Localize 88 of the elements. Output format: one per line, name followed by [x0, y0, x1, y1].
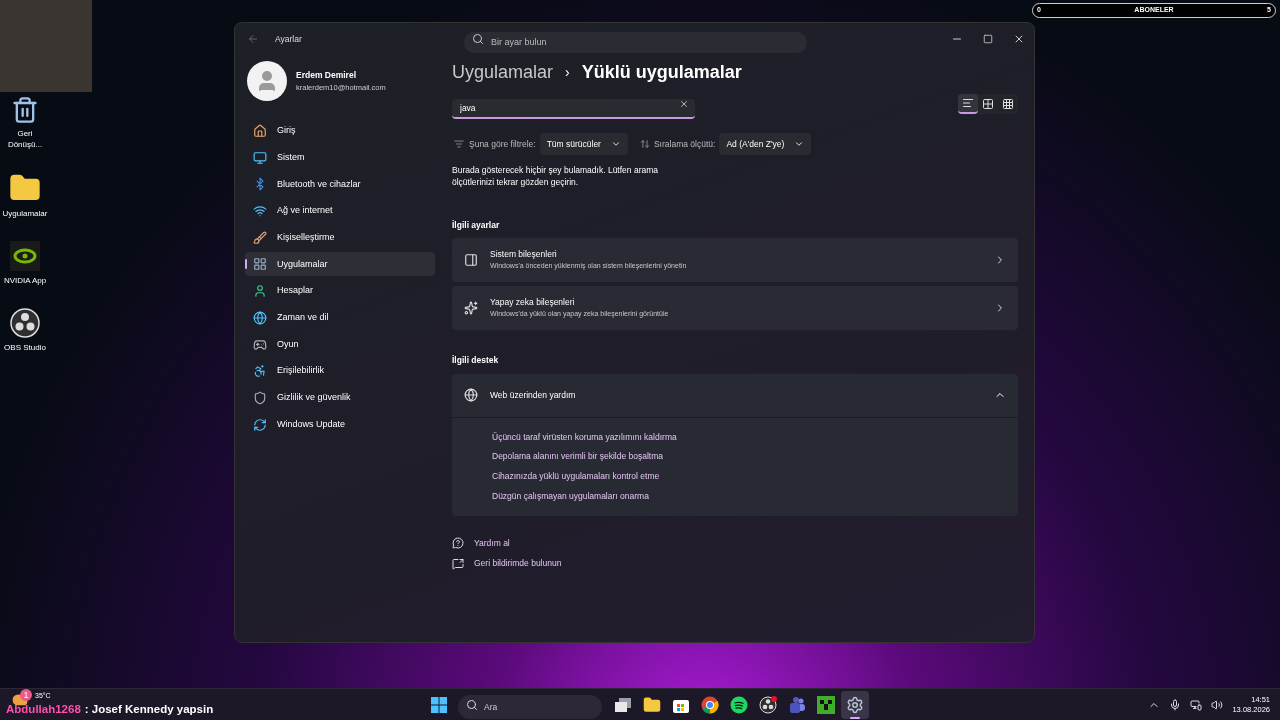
- tiles-icon: [982, 98, 994, 110]
- sidebar-item[interactable]: Erişilebilirlik: [245, 359, 435, 384]
- filter-label: Şuna göre filtrele:: [469, 137, 536, 151]
- selection-indicator: [245, 259, 247, 270]
- wifi-icon: [253, 204, 267, 219]
- expander-header[interactable]: Web üzerinden yardım: [452, 373, 1018, 417]
- network-icon[interactable]: [1190, 698, 1203, 711]
- app-search-field[interactable]: java: [452, 99, 695, 119]
- section-title: İlgili destek: [452, 353, 500, 367]
- accessibility-icon: [253, 364, 267, 379]
- footer-link[interactable]: Yardım al: [452, 536, 510, 550]
- help-link[interactable]: Cihazınızda yüklü uygulamaları kontrol etme: [492, 470, 660, 483]
- active-indicator: [850, 716, 860, 719]
- stacked-windows-icon: [614, 696, 632, 713]
- folder-icon: [643, 695, 661, 714]
- notification-badge: 1: [20, 689, 32, 701]
- footer-link[interactable]: Geri bildirimde bulunun: [452, 557, 562, 570]
- search-icon: [466, 698, 478, 711]
- eye-logo-icon: [10, 241, 40, 271]
- desktop-icon-label[interactable]: NVIDIA App: [3, 275, 47, 286]
- desktop-icon-label[interactable]: OBS Studio: [4, 342, 46, 353]
- globe-icon: [464, 388, 478, 402]
- grid-icon: [1002, 98, 1014, 110]
- sidebar-item[interactable]: Zaman ve dil: [245, 305, 435, 330]
- taskbar-app-button[interactable]: [841, 690, 869, 719]
- music-logo-icon: [730, 695, 748, 714]
- gamepad-icon: [253, 337, 267, 352]
- people-logo-icon: [788, 695, 806, 714]
- chevron-down-icon: [794, 139, 805, 149]
- section-title: İlgili ayarlar: [452, 219, 501, 232]
- filter-dropdown[interactable]: Tüm sürücüler: [539, 133, 628, 155]
- filter-icon: [454, 139, 464, 149]
- monitor-icon: [253, 150, 267, 165]
- volume-icon[interactable]: [1211, 698, 1224, 711]
- block-face-icon: [817, 695, 835, 714]
- sort-dropdown[interactable]: Ad (A'den Z'ye): [719, 133, 812, 155]
- user-name: Erdem Demirel: [296, 69, 357, 82]
- sidebar-item[interactable]: Hesaplar: [245, 279, 435, 304]
- list-icon: [962, 97, 974, 109]
- avatar-icon: [247, 61, 287, 101]
- clear-icon[interactable]: [679, 99, 689, 109]
- chevron-down-icon: [610, 139, 621, 149]
- window-title: Ayarlar: [275, 32, 302, 46]
- chat-username: Abdullah1268: [6, 702, 81, 717]
- desktop-icon-label[interactable]: Geri Dönüşü...: [0, 128, 50, 150]
- maximize-icon: [982, 34, 993, 44]
- page-title: Yüklü uygulamalar: [581, 61, 742, 84]
- taskbar-search-field[interactable]: Ara: [458, 694, 602, 719]
- settings-icon: [846, 695, 864, 714]
- sort-label: Sıralama ölçütü:: [653, 137, 716, 151]
- panel-icon: [464, 252, 478, 267]
- question-bubble-icon: [452, 536, 464, 549]
- globe-icon: [253, 310, 267, 325]
- app-grid-icon: [253, 257, 267, 272]
- microphone-icon[interactable]: [1169, 698, 1182, 711]
- house-icon: [253, 124, 267, 138]
- browser-logo-icon: [701, 695, 719, 714]
- sidebar-item[interactable]: Giriş: [245, 119, 435, 143]
- help-link[interactable]: Düzgün çalışmayan uygulamaları onarma: [492, 489, 649, 503]
- sidebar-item[interactable]: Windows Update: [245, 412, 435, 437]
- sidebar-item[interactable]: Bluetooth ve cihazlar: [245, 172, 435, 197]
- settings-search-field[interactable]: Bir ayar bulun: [464, 31, 807, 53]
- sidebar-item[interactable]: Uygulamalar: [245, 252, 435, 277]
- view-toggle-button[interactable]: [958, 94, 978, 114]
- circle-logo-icon: [10, 308, 40, 338]
- circle-logo-icon: [759, 695, 777, 714]
- person-icon: [253, 284, 267, 299]
- sidebar-item[interactable]: Gizlilik ve güvenlik: [245, 385, 435, 410]
- sort-icon: [639, 139, 650, 149]
- help-link[interactable]: Depolama alanını verimli bir şekilde boşaltma: [492, 450, 664, 463]
- breadcrumb-parent[interactable]: Uygulamalar: [452, 59, 554, 86]
- desktop-icon-label[interactable]: Uygulamalar: [2, 208, 48, 219]
- feedback-icon: [452, 557, 464, 570]
- refresh-icon: [253, 417, 267, 432]
- sidebar-item[interactable]: Oyun: [245, 332, 435, 357]
- brush-icon: [253, 230, 267, 245]
- sidebar-item[interactable]: Sistem: [245, 145, 435, 170]
- sidebar-item[interactable]: Ağ ve internet: [245, 199, 435, 224]
- empty-message: Burada gösterecek hiçbir şey bulamadık. Lütfen arama ölçütlerinizi tekrar gözden geçirin.: [452, 164, 659, 188]
- sidebar-item[interactable]: Kişiselleştirme: [245, 225, 435, 250]
- chat-message: : Josef Kennedy yapsin: [84, 702, 214, 717]
- recycle-bin-icon: [11, 96, 39, 124]
- help-link[interactable]: Üçüncü taraf virüsten koruma yazılımını kaldırma: [492, 430, 677, 444]
- four-squares-icon: [431, 696, 447, 713]
- shield-icon: [253, 390, 267, 405]
- breadcrumb-separator: ›: [565, 63, 570, 82]
- sparkles-icon: [464, 300, 478, 315]
- search-icon: [472, 32, 484, 45]
